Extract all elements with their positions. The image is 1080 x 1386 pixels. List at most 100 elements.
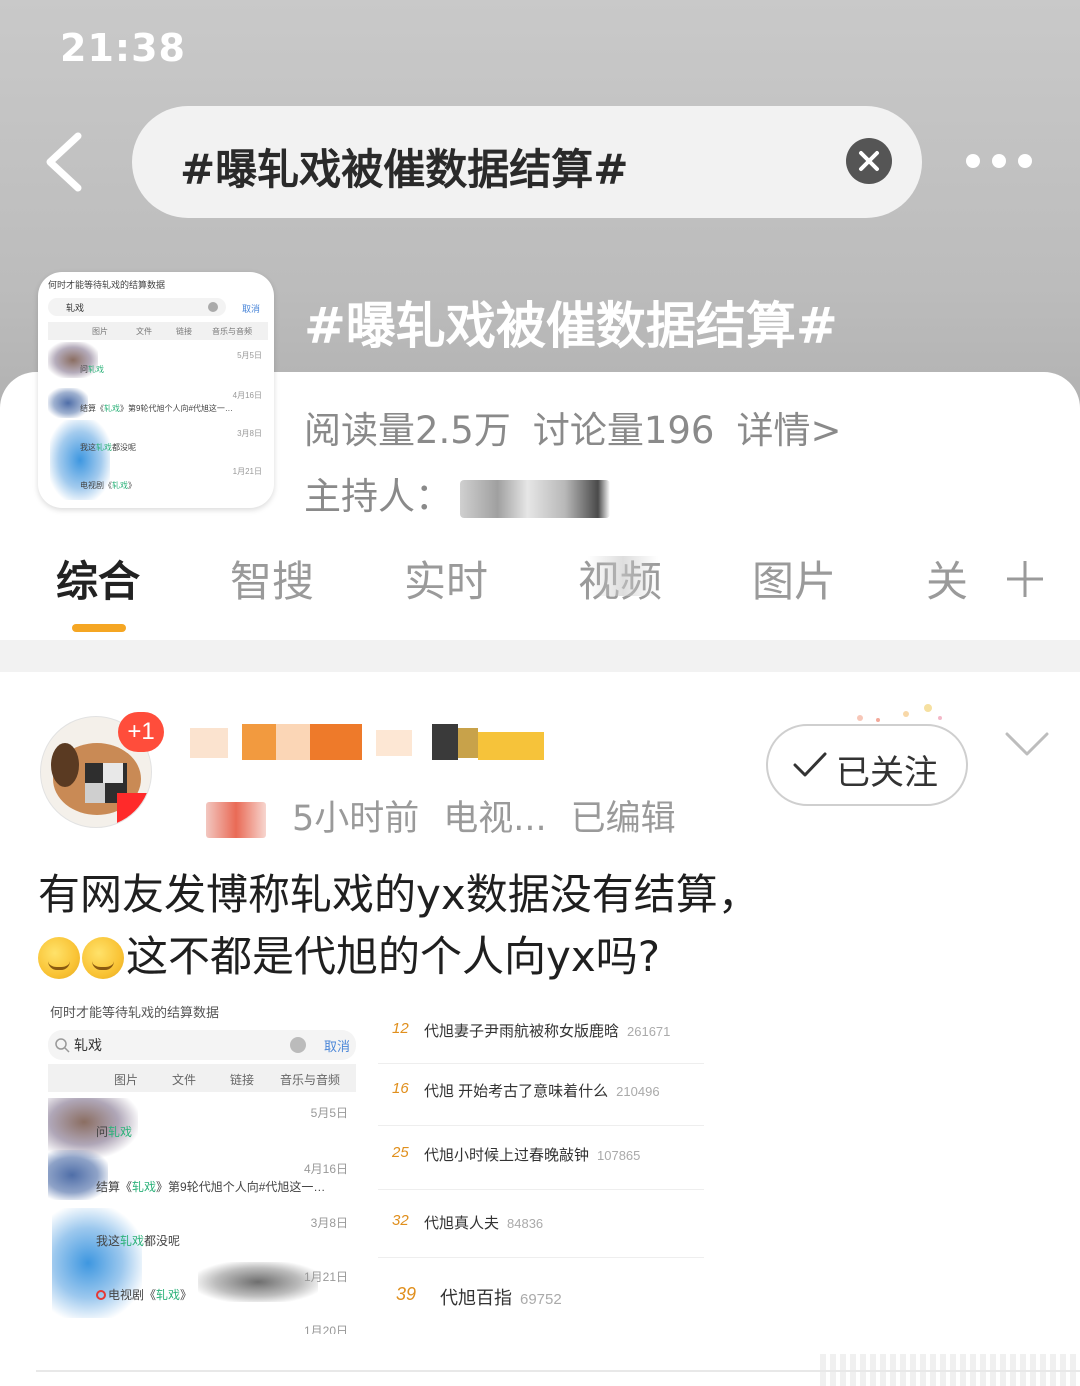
topic-host: 主持人：: [304, 466, 610, 520]
search-query-text: #曝轧戏被催数据结算#: [180, 145, 629, 194]
post-image-search-screenshot[interactable]: 何时才能等待轧戏的结算数据 轧戏 取消 图片 文件 链接 音乐与音频 5月5日 …: [48, 998, 356, 1334]
tab-follow[interactable]: 关: [926, 548, 968, 609]
topic-title: #曝轧戏被催数据结算#: [304, 297, 838, 355]
rank-text: 代旭小时候上过春晚敲钟 107865: [424, 1147, 641, 1164]
thumb-row: 问轧戏: [80, 365, 104, 374]
tab-smart-search[interactable]: 智搜: [230, 548, 314, 609]
rank-text: 代旭妻子尹雨航被称女版鹿晗 261671: [424, 1023, 671, 1040]
topic-stats: 阅读量2.5万 讨论量196 详情>: [304, 400, 863, 454]
post-edited-flag: 已编辑: [570, 799, 676, 839]
check-icon: [793, 752, 827, 777]
screenshot-filter: 文件: [172, 1073, 197, 1087]
ranking-row: 25 代旭小时候上过春晚敲钟 107865: [378, 1130, 704, 1190]
rank-number: 25: [392, 1144, 409, 1161]
status-bar-time: 21:38: [60, 26, 186, 70]
meta-redacted: [206, 802, 266, 838]
rank-text: 代旭真人夫 84836: [424, 1215, 544, 1232]
screenshot-filter: 图片: [114, 1073, 139, 1087]
tab-realtime[interactable]: 实时: [404, 548, 488, 609]
post-body: 有网友发博称轧戏的yx数据没有结算， 这不都是代旭的个人向yx吗?: [38, 864, 1048, 988]
close-icon: [859, 151, 879, 171]
username-redacted: [190, 724, 544, 760]
screenshot-filter: 音乐与音频: [280, 1073, 341, 1087]
follow-button[interactable]: 已关注: [766, 724, 968, 806]
chevron-down-icon[interactable]: [1004, 728, 1050, 758]
ranking-row: 16 代旭 开始考古了意味着什么 210496: [378, 1066, 704, 1126]
topic-thumbnail: 何时才能等待轧戏的结算数据 轧戏 取消 图片 文件 链接 音乐与音频 5月5日 …: [38, 272, 274, 508]
search-bar[interactable]: #曝轧戏被催数据结算#: [132, 106, 922, 218]
screenshot-date: 4月16日: [303, 1162, 348, 1176]
clear-search-button[interactable]: [846, 138, 892, 184]
host-name-redacted: [460, 479, 610, 518]
thumb-filter: 图片: [92, 327, 108, 336]
thumb-filter: 文件: [136, 327, 152, 336]
close-icon: [290, 1037, 306, 1053]
screenshot-row: 结算《轧戏》第9轮代旭个人向#代旭这一…: [96, 1180, 326, 1194]
ranking-row: 39 代旭百指 69752: [378, 1266, 704, 1330]
more-dot-icon: [1018, 154, 1032, 168]
screenshot-date: 5月5日: [310, 1106, 348, 1120]
rank-number: 32: [392, 1212, 409, 1229]
thumb-date: 3月8日: [237, 429, 262, 438]
screenshot-query: 轧戏: [74, 1037, 102, 1053]
screenshot-title: 何时才能等待轧戏的结算数据: [50, 1005, 220, 1020]
screenshot-date: 3月8日: [310, 1216, 348, 1230]
post-image-ranking-list[interactable]: 12 代旭妻子尹雨航被称女版鹿晗 261671 16 代旭 开始考古了意味着什么 2…: [378, 1004, 704, 1330]
thumb-query: 轧戏: [66, 303, 85, 313]
ranking-row: 12 代旭妻子尹雨航被称女版鹿晗 261671: [378, 1004, 704, 1064]
plus-icon: [1007, 561, 1043, 597]
screenshot-search-box: 轧戏: [48, 1030, 356, 1060]
screenshot-row: 我这轧戏都没呢: [96, 1234, 181, 1248]
redaction-blur: [588, 556, 658, 596]
host-label: 主持人：: [304, 475, 452, 518]
read-count: 阅读量2.5万: [304, 409, 511, 452]
close-icon: [208, 302, 218, 312]
rank-number: 39: [396, 1284, 417, 1304]
tab-images[interactable]: 图片: [752, 548, 836, 609]
more-options-button[interactable]: [962, 150, 1034, 174]
post-time: 5小时前: [292, 799, 420, 839]
screenshot-row: 电视剧《轧戏》: [96, 1286, 356, 1303]
chevron-left-icon: [46, 132, 82, 192]
thumb-row: 我这轧戏都没呢: [80, 443, 136, 452]
thumb-title: 何时才能等待轧戏的结算数据: [48, 280, 166, 290]
screenshot-date: 1月20日: [303, 1324, 348, 1334]
rank-text: 代旭百指 69752: [440, 1288, 562, 1308]
discussion-count: 讨论量196: [532, 409, 715, 452]
thumb-row: 结算《轧戏》第9轮代旭个人向#代旭这一…: [80, 404, 233, 413]
more-dot-icon: [992, 154, 1006, 168]
post-text-line: 有网友发博称轧戏的yx数据没有结算，: [38, 870, 760, 919]
add-tab-button[interactable]: [1004, 558, 1046, 600]
tab-comprehensive[interactable]: 综合: [56, 548, 140, 609]
thumb-cancel: 取消: [242, 304, 261, 314]
record-icon: [96, 1290, 106, 1300]
post-meta: 5小时前 电视... 已编辑: [206, 790, 676, 841]
screenshot-filter: 链接: [230, 1073, 255, 1087]
thumb-date: 1月21日: [232, 467, 262, 476]
ranking-row: 32 代旭真人夫 84836: [378, 1198, 704, 1258]
thinking-emoji-icon: [82, 937, 124, 979]
thumb-row: 电视剧《轧戏》: [80, 481, 136, 490]
search-icon: [55, 1038, 70, 1053]
post-bottom-divider: [36, 1370, 1080, 1372]
thumb-filter: 链接: [176, 327, 192, 336]
active-tab-indicator: [72, 624, 126, 632]
screenshot-row: 问轧戏: [96, 1125, 133, 1139]
rank-number: 16: [392, 1080, 409, 1097]
filter-tabs: 综合 智搜 实时 视频 图片 关: [0, 548, 1080, 640]
details-link[interactable]: 详情>: [736, 409, 841, 452]
more-dot-icon: [966, 154, 980, 168]
screenshot-cancel: 取消: [324, 1039, 351, 1054]
follow-label: 已关注: [836, 753, 938, 793]
post-source: 电视...: [443, 799, 547, 839]
fan-badge: +1: [118, 712, 164, 752]
screenshot-filter-bar: 图片 文件 链接 音乐与音频: [48, 1064, 356, 1092]
post-text-line-2: 这不都是代旭的个人向yx吗?: [38, 926, 1048, 988]
thumb-filter: 音乐与音频: [212, 327, 252, 336]
thumb-date: 4月16日: [232, 391, 262, 400]
back-button[interactable]: [40, 130, 90, 194]
rank-number: 12: [392, 1020, 409, 1037]
screenshot-date: 1月21日: [303, 1270, 348, 1284]
section-divider: [0, 640, 1080, 672]
thumb-date: 5月5日: [237, 351, 262, 360]
